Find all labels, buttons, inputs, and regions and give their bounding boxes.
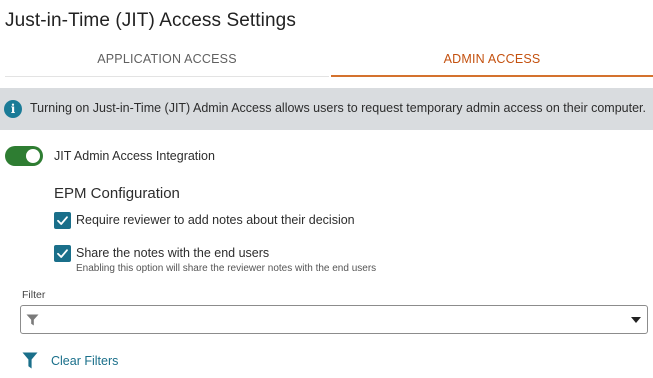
jit-admin-integration-label: JIT Admin Access Integration bbox=[54, 149, 215, 163]
clear-filters-label: Clear Filters bbox=[51, 353, 119, 368]
checkmark-icon bbox=[57, 216, 68, 225]
share-notes-checkbox[interactable] bbox=[54, 245, 71, 262]
filter-icon bbox=[22, 352, 38, 369]
filter-label: Filter bbox=[22, 289, 46, 301]
filter-dropdown[interactable] bbox=[20, 305, 648, 334]
require-notes-option: Require reviewer to add notes about thei… bbox=[54, 212, 355, 229]
filter-icon bbox=[26, 314, 39, 326]
share-notes-option: Share the notes with the end users Enabl… bbox=[54, 245, 376, 274]
info-banner: i Turning on Just-in-Time (JIT) Admin Ac… bbox=[0, 88, 653, 130]
toggle-knob bbox=[26, 149, 40, 163]
info-icon: i bbox=[4, 100, 22, 118]
jit-admin-integration-row: JIT Admin Access Integration bbox=[5, 146, 215, 166]
tab-admin-access[interactable]: ADMIN ACCESS bbox=[331, 42, 653, 77]
page-title: Just-in-Time (JIT) Access Settings bbox=[5, 10, 296, 31]
clear-filters-button[interactable]: Clear Filters bbox=[22, 352, 118, 369]
info-banner-text: Turning on Just-in-Time (JIT) Admin Acce… bbox=[30, 101, 646, 115]
epm-configuration-title: EPM Configuration bbox=[54, 185, 180, 202]
require-notes-label: Require reviewer to add notes about thei… bbox=[76, 213, 355, 227]
jit-admin-integration-toggle[interactable] bbox=[5, 146, 43, 166]
share-notes-label: Share the notes with the end users bbox=[76, 246, 270, 260]
checkmark-icon bbox=[57, 249, 68, 258]
jit-access-settings-page: Just-in-Time (JIT) Access Settings APPLI… bbox=[0, 0, 653, 378]
tab-bar: APPLICATION ACCESS ADMIN ACCESS bbox=[5, 42, 653, 78]
tab-application-access[interactable]: APPLICATION ACCESS bbox=[5, 42, 329, 77]
chevron-down-icon bbox=[631, 317, 641, 323]
require-notes-checkbox[interactable] bbox=[54, 212, 71, 229]
share-notes-help-text: Enabling this option will share the revi… bbox=[76, 263, 377, 274]
